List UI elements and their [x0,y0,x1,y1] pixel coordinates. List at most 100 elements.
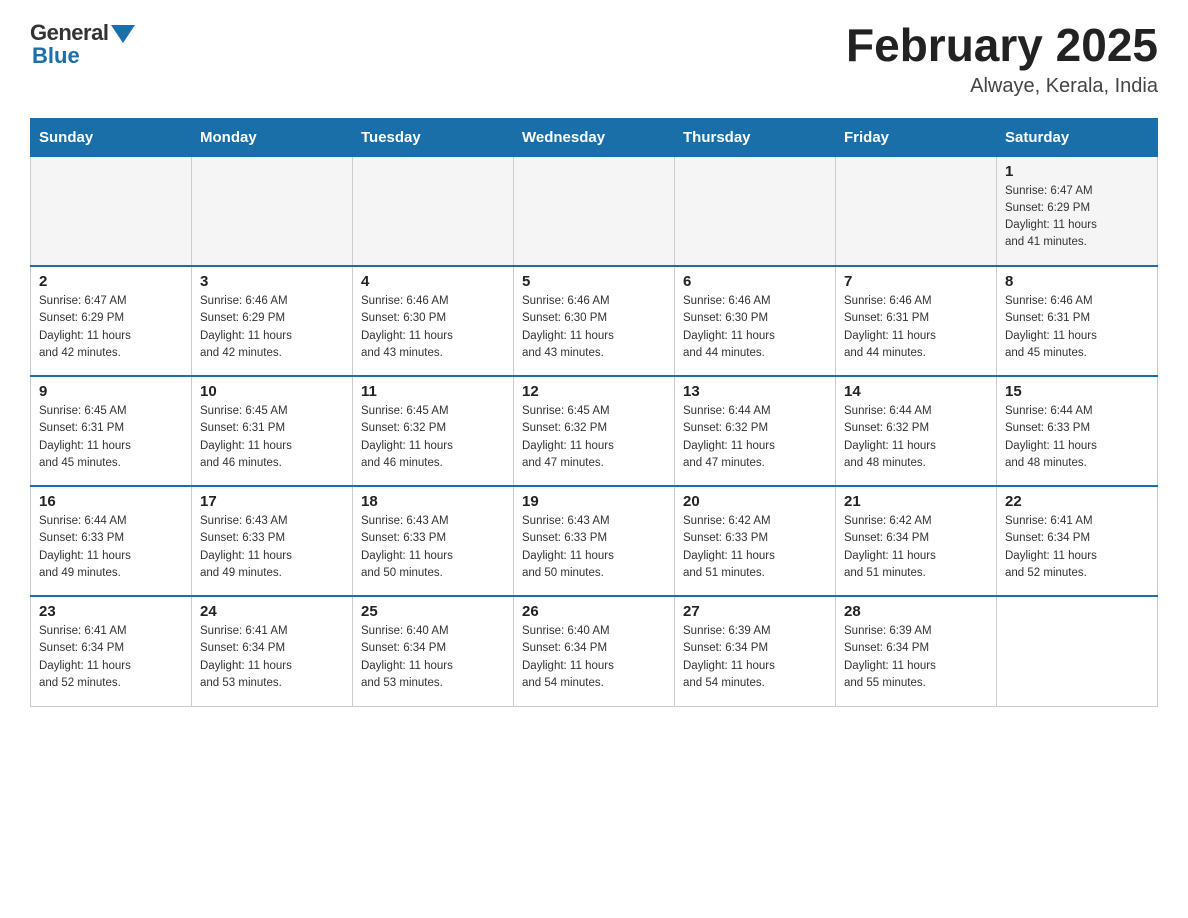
day-of-week-monday: Monday [192,118,353,156]
day-number: 18 [361,493,505,510]
day-number: 3 [200,273,344,290]
day-number: 8 [1005,273,1149,290]
calendar-cell [192,156,353,266]
day-info: Sunrise: 6:43 AMSunset: 6:33 PMDaylight:… [522,513,666,582]
day-info: Sunrise: 6:40 AMSunset: 6:34 PMDaylight:… [522,623,666,692]
calendar-cell: 21 Sunrise: 6:42 AMSunset: 6:34 PMDayligh… [836,486,997,596]
day-number: 5 [522,273,666,290]
day-number: 2 [39,273,183,290]
calendar-cell: 15 Sunrise: 6:44 AMSunset: 6:33 PMDayligh… [997,376,1158,486]
day-info: Sunrise: 6:43 AMSunset: 6:33 PMDaylight:… [200,513,344,582]
calendar-cell: 17 Sunrise: 6:43 AMSunset: 6:33 PMDayligh… [192,486,353,596]
day-info: Sunrise: 6:41 AMSunset: 6:34 PMDaylight:… [200,623,344,692]
calendar-cell: 16 Sunrise: 6:44 AMSunset: 6:33 PMDayligh… [31,486,192,596]
day-info: Sunrise: 6:41 AMSunset: 6:34 PMDaylight:… [39,623,183,692]
calendar-cell: 12 Sunrise: 6:45 AMSunset: 6:32 PMDayligh… [514,376,675,486]
day-info: Sunrise: 6:45 AMSunset: 6:32 PMDaylight:… [361,403,505,472]
day-info: Sunrise: 6:44 AMSunset: 6:32 PMDaylight:… [844,403,988,472]
day-of-week-saturday: Saturday [997,118,1158,156]
calendar-cell: 18 Sunrise: 6:43 AMSunset: 6:33 PMDayligh… [353,486,514,596]
calendar-cell: 5 Sunrise: 6:46 AMSunset: 6:30 PMDaylight… [514,266,675,376]
days-of-week-row: SundayMondayTuesdayWednesdayThursdayFrid… [31,118,1158,156]
day-info: Sunrise: 6:47 AMSunset: 6:29 PMDaylight:… [39,293,183,362]
day-number: 16 [39,493,183,510]
page-header: General Blue February 2025 Alwaye, Keral… [30,20,1158,98]
day-info: Sunrise: 6:46 AMSunset: 6:29 PMDaylight:… [200,293,344,362]
day-info: Sunrise: 6:39 AMSunset: 6:34 PMDaylight:… [683,623,827,692]
day-info: Sunrise: 6:46 AMSunset: 6:31 PMDaylight:… [844,293,988,362]
week-row-5: 23 Sunrise: 6:41 AMSunset: 6:34 PMDayligh… [31,596,1158,706]
day-number: 10 [200,383,344,400]
calendar-cell: 19Sunrise: 6:43 AMSunset: 6:33 PMDayligh… [514,486,675,596]
day-info: Sunrise: 6:44 AMSunset: 6:33 PMDaylight:… [1005,403,1149,472]
calendar-cell: 8 Sunrise: 6:46 AMSunset: 6:31 PMDaylight… [997,266,1158,376]
day-info: Sunrise: 6:42 AMSunset: 6:34 PMDaylight:… [844,513,988,582]
calendar-cell: 9Sunrise: 6:45 AMSunset: 6:31 PMDaylight… [31,376,192,486]
day-number: 11 [361,383,505,400]
day-number: 27 [683,603,827,620]
day-info: Sunrise: 6:45 AMSunset: 6:32 PMDaylight:… [522,403,666,472]
day-number: 13 [683,383,827,400]
week-row-4: 16 Sunrise: 6:44 AMSunset: 6:33 PMDayligh… [31,486,1158,596]
day-number: 23 [39,603,183,620]
day-info: Sunrise: 6:44 AMSunset: 6:32 PMDaylight:… [683,403,827,472]
day-number: 1 [1005,163,1149,180]
day-of-week-wednesday: Wednesday [514,118,675,156]
day-of-week-thursday: Thursday [675,118,836,156]
month-title: February 2025 [846,20,1158,71]
title-block: February 2025 Alwaye, Kerala, India [846,20,1158,98]
calendar-cell: 3 Sunrise: 6:46 AMSunset: 6:29 PMDaylight… [192,266,353,376]
day-info: Sunrise: 6:41 AMSunset: 6:34 PMDaylight:… [1005,513,1149,582]
day-number: 28 [844,603,988,620]
calendar-table: SundayMondayTuesdayWednesdayThursdayFrid… [30,118,1158,707]
logo: General Blue [30,20,135,69]
day-number: 6 [683,273,827,290]
week-row-2: 2 Sunrise: 6:47 AMSunset: 6:29 PMDaylight… [31,266,1158,376]
day-number: 15 [1005,383,1149,400]
day-of-week-sunday: Sunday [31,118,192,156]
calendar-cell: 2 Sunrise: 6:47 AMSunset: 6:29 PMDaylight… [31,266,192,376]
day-info: Sunrise: 6:46 AMSunset: 6:30 PMDaylight:… [522,293,666,362]
day-info: Sunrise: 6:43 AMSunset: 6:33 PMDaylight:… [361,513,505,582]
calendar-cell: 4Sunrise: 6:46 AMSunset: 6:30 PMDaylight… [353,266,514,376]
calendar-cell: 25 Sunrise: 6:40 AMSunset: 6:34 PMDayligh… [353,596,514,706]
day-info: Sunrise: 6:45 AMSunset: 6:31 PMDaylight:… [200,403,344,472]
calendar-cell: 1 Sunrise: 6:47 AMSunset: 6:29 PMDaylight… [997,156,1158,266]
week-row-3: 9Sunrise: 6:45 AMSunset: 6:31 PMDaylight… [31,376,1158,486]
calendar-header: SundayMondayTuesdayWednesdayThursdayFrid… [31,118,1158,156]
logo-blue-text: Blue [32,43,80,69]
calendar-cell: 23 Sunrise: 6:41 AMSunset: 6:34 PMDayligh… [31,596,192,706]
calendar-cell: 13 Sunrise: 6:44 AMSunset: 6:32 PMDayligh… [675,376,836,486]
calendar-cell: 27 Sunrise: 6:39 AMSunset: 6:34 PMDayligh… [675,596,836,706]
day-number: 22 [1005,493,1149,510]
day-info: Sunrise: 6:40 AMSunset: 6:34 PMDaylight:… [361,623,505,692]
day-of-week-tuesday: Tuesday [353,118,514,156]
calendar-cell [997,596,1158,706]
day-number: 25 [361,603,505,620]
day-info: Sunrise: 6:46 AMSunset: 6:31 PMDaylight:… [1005,293,1149,362]
calendar-cell [31,156,192,266]
calendar-cell: 6Sunrise: 6:46 AMSunset: 6:30 PMDaylight… [675,266,836,376]
day-info: Sunrise: 6:47 AMSunset: 6:29 PMDaylight:… [1005,183,1149,252]
day-number: 17 [200,493,344,510]
calendar-cell: 26 Sunrise: 6:40 AMSunset: 6:34 PMDayligh… [514,596,675,706]
calendar-cell: 7Sunrise: 6:46 AMSunset: 6:31 PMDaylight… [836,266,997,376]
calendar-cell [675,156,836,266]
day-info: Sunrise: 6:42 AMSunset: 6:33 PMDaylight:… [683,513,827,582]
day-number: 20 [683,493,827,510]
calendar-cell: 22 Sunrise: 6:41 AMSunset: 6:34 PMDayligh… [997,486,1158,596]
location-text: Alwaye, Kerala, India [846,75,1158,98]
calendar-cell: 20 Sunrise: 6:42 AMSunset: 6:33 PMDayligh… [675,486,836,596]
week-row-1: 1 Sunrise: 6:47 AMSunset: 6:29 PMDaylight… [31,156,1158,266]
calendar-cell: 14Sunrise: 6:44 AMSunset: 6:32 PMDayligh… [836,376,997,486]
day-number: 24 [200,603,344,620]
day-info: Sunrise: 6:46 AMSunset: 6:30 PMDaylight:… [361,293,505,362]
calendar-cell: 28Sunrise: 6:39 AMSunset: 6:34 PMDayligh… [836,596,997,706]
day-number: 21 [844,493,988,510]
day-info: Sunrise: 6:44 AMSunset: 6:33 PMDaylight:… [39,513,183,582]
day-number: 12 [522,383,666,400]
day-number: 26 [522,603,666,620]
logo-triangle-icon [111,25,135,43]
calendar-cell [836,156,997,266]
calendar-cell [514,156,675,266]
